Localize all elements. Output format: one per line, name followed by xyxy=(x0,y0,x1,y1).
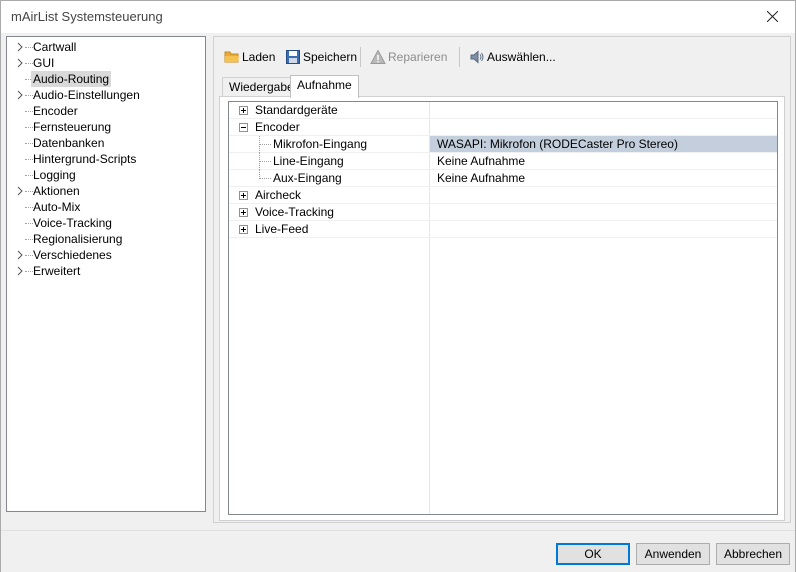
close-icon xyxy=(767,11,778,22)
tree-item-label: Fernsteuerung xyxy=(33,120,112,134)
row-name: Voice-Tracking xyxy=(255,205,334,219)
chevron-right-icon[interactable] xyxy=(15,183,25,199)
chevron-right-icon[interactable] xyxy=(15,39,25,55)
grid-row-mikrofon-eingang[interactable]: Mikrofon-Eingang WASAPI: Mikrofon (RODEC… xyxy=(229,136,777,153)
row-value xyxy=(430,119,777,135)
tree-item-cartwall[interactable]: Cartwall xyxy=(7,39,205,55)
tree-item-label: Voice-Tracking xyxy=(33,216,112,230)
tree-item-label: Audio-Routing xyxy=(31,71,112,87)
tree-item-label: Cartwall xyxy=(33,40,77,54)
row-name: Live-Feed xyxy=(255,222,309,236)
row-value[interactable]: WASAPI: Mikrofon (RODECaster Pro Stereo) xyxy=(430,136,777,152)
save-label: Speichern xyxy=(303,50,358,64)
tree-item-label: Aktionen xyxy=(33,184,80,198)
collapse-minus-icon[interactable] xyxy=(239,123,248,132)
tab-aufnahme[interactable]: Aufnahme xyxy=(290,75,359,98)
tree-item-label: Auto-Mix xyxy=(33,200,81,214)
settings-tree[interactable]: Cartwall GUI Audio-Routing Audio-Einstel… xyxy=(6,36,206,512)
row-name: Mikrofon-Eingang xyxy=(273,137,368,151)
settings-window: mAirList Systemsteuerung Cartwall GUI Au… xyxy=(0,0,796,572)
tree-item-fernsteuerung[interactable]: Fernsteuerung xyxy=(7,119,205,135)
tree-item-label: GUI xyxy=(33,56,55,70)
tree-item-logging[interactable]: Logging xyxy=(7,167,205,183)
repair-label: Reparieren xyxy=(388,50,448,64)
toolbar-separator xyxy=(360,47,361,67)
chevron-right-icon[interactable] xyxy=(15,55,25,71)
speaker-icon xyxy=(470,50,484,64)
close-button[interactable] xyxy=(751,1,795,32)
property-grid[interactable]: Standardgeräte Encoder Mikrofon-Eingang … xyxy=(228,101,778,515)
row-value xyxy=(430,187,777,203)
tree-item-verschiedenes[interactable]: Verschiedenes xyxy=(7,247,205,263)
row-name: Encoder xyxy=(255,120,300,134)
row-value xyxy=(430,102,777,118)
chevron-right-icon[interactable] xyxy=(15,263,25,279)
expand-plus-icon[interactable] xyxy=(239,208,248,217)
toolbar-separator xyxy=(459,47,460,67)
warning-icon xyxy=(370,49,386,64)
tab-wiedergabe[interactable]: Wiedergabe xyxy=(222,77,301,97)
select-label: Auswählen... xyxy=(487,50,556,64)
tree-item-label: Datenbanken xyxy=(33,136,105,150)
tree-item-label: Regionalisierung xyxy=(33,232,123,246)
grid-row-voice-tracking[interactable]: Voice-Tracking xyxy=(229,204,777,221)
tree-item-label: Hintergrund-Scripts xyxy=(33,152,137,166)
row-name: Line-Eingang xyxy=(273,154,344,168)
tree-item-label: Audio-Einstellungen xyxy=(33,88,140,102)
tree-item-gui[interactable]: GUI xyxy=(7,55,205,71)
row-value[interactable]: Keine Aufnahme xyxy=(430,153,777,169)
row-name: Aux-Eingang xyxy=(273,171,342,185)
tree-item-regionalisierung[interactable]: Regionalisierung xyxy=(7,231,205,247)
row-name: Standardgeräte xyxy=(255,103,338,117)
tree-item-label: Erweitert xyxy=(33,264,81,278)
dialog-footer: OK Anwenden Abbrechen xyxy=(1,530,795,572)
chevron-right-icon[interactable] xyxy=(15,247,25,263)
row-value xyxy=(430,204,777,220)
folder-icon xyxy=(224,51,239,63)
toolbar: Laden Speichern Reparieren Auswählen... xyxy=(214,37,790,73)
tree-item-label: Verschiedenes xyxy=(33,248,112,262)
tree-item-datenbanken[interactable]: Datenbanken xyxy=(7,135,205,151)
load-label: Laden xyxy=(242,50,276,64)
row-value xyxy=(430,221,777,237)
floppy-disk-icon xyxy=(286,50,300,64)
expand-plus-icon[interactable] xyxy=(239,106,248,115)
tree-item-encoder[interactable]: Encoder xyxy=(7,103,205,119)
grid-row-line-eingang[interactable]: Line-Eingang Keine Aufnahme xyxy=(229,153,777,170)
grid-row-live-feed[interactable]: Live-Feed xyxy=(229,221,777,238)
tree-item-aktionen[interactable]: Aktionen xyxy=(7,183,205,199)
tree-item-hintergrund-scripts[interactable]: Hintergrund-Scripts xyxy=(7,151,205,167)
grid-row-aircheck[interactable]: Aircheck xyxy=(229,187,777,204)
row-value[interactable]: Keine Aufnahme xyxy=(430,170,777,186)
expand-plus-icon[interactable] xyxy=(239,225,248,234)
cancel-button[interactable]: Abbrechen xyxy=(716,543,790,565)
tab-page-aufnahme: Standardgeräte Encoder Mikrofon-Eingang … xyxy=(219,96,785,521)
grid-row-aux-eingang[interactable]: Aux-Eingang Keine Aufnahme xyxy=(229,170,777,187)
row-name: Aircheck xyxy=(255,188,302,202)
tree-item-voice-tracking[interactable]: Voice-Tracking xyxy=(7,215,205,231)
tree-item-label: Encoder xyxy=(33,104,78,118)
tree-item-label: Logging xyxy=(33,168,76,182)
ok-button[interactable]: OK xyxy=(556,543,630,565)
tree-item-auto-mix[interactable]: Auto-Mix xyxy=(7,199,205,215)
grid-row-encoder[interactable]: Encoder xyxy=(229,119,777,136)
tree-item-audio-routing[interactable]: Audio-Routing xyxy=(7,71,205,87)
expand-plus-icon[interactable] xyxy=(239,191,248,200)
grid-row-standardgeraete[interactable]: Standardgeräte xyxy=(229,102,777,119)
chevron-right-icon[interactable] xyxy=(15,87,25,103)
title-bar: mAirList Systemsteuerung xyxy=(1,1,795,33)
apply-button[interactable]: Anwenden xyxy=(636,543,710,565)
main-panel: Laden Speichern Reparieren Auswählen... … xyxy=(213,36,791,523)
window-title: mAirList Systemsteuerung xyxy=(11,9,163,24)
tree-item-erweitert[interactable]: Erweitert xyxy=(7,263,205,279)
tree-item-audio-einstellungen[interactable]: Audio-Einstellungen xyxy=(7,87,205,103)
